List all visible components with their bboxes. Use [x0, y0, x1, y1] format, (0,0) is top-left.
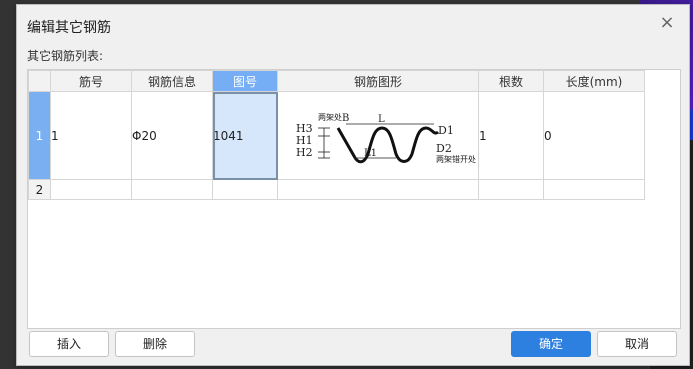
column-header-length[interactable]: 长度(mm) [543, 70, 645, 92]
cell-shape[interactable]: 两架处 B L H3 H1 H2 L1 D1 D2 两架错开处 [277, 91, 479, 180]
cell-figure-no[interactable] [212, 179, 278, 200]
shape-label-l: L [378, 114, 385, 125]
edit-other-rebar-dialog: 编辑其它钢筋 × 其它钢筋列表: 筋号 钢筋信息 图号 钢筋图形 根数 长度(m… [16, 4, 690, 366]
table-row[interactable]: 2 [28, 179, 645, 200]
shape-note-bottom: 两架错开处 [436, 154, 476, 164]
shape-label-d1: D1 [438, 124, 454, 137]
cell-count[interactable]: 1 [478, 91, 544, 180]
cancel-button[interactable]: 取消 [597, 331, 677, 357]
column-header-bar-info[interactable]: 钢筋信息 [131, 70, 213, 92]
rebar-wave [336, 126, 440, 164]
cell-length[interactable]: 0 [543, 91, 645, 180]
cell-figure-no[interactable]: 1041 [212, 91, 278, 180]
column-header-figure-no[interactable]: 图号 [212, 70, 278, 92]
cell-count[interactable] [478, 179, 544, 200]
cell-length[interactable] [543, 179, 645, 200]
rebar-shape-diagram: 两架处 B L H3 H1 H2 L1 D1 D2 两架错开处 [296, 112, 476, 164]
cell-bar-no[interactable]: 1 [50, 91, 132, 180]
column-header-count[interactable]: 根数 [478, 70, 544, 92]
shape-note-top: 两架处 [318, 112, 342, 122]
shape-label-h2: H2 [296, 146, 313, 159]
column-header-shape[interactable]: 钢筋图形 [277, 70, 479, 92]
column-header-bar-no[interactable]: 筋号 [50, 70, 132, 92]
close-icon[interactable]: × [659, 14, 675, 32]
rebar-grid: 筋号 钢筋信息 图号 钢筋图形 根数 长度(mm) 1 1 Φ20 1041 两… [27, 69, 681, 329]
ok-button[interactable]: 确定 [511, 331, 591, 357]
shape-label-l1: L1 [364, 148, 377, 159]
insert-button[interactable]: 插入 [29, 331, 109, 357]
table-row[interactable]: 1 1 Φ20 1041 两架处 B L H3 H1 H2 L1 D1 D2 两… [28, 91, 645, 180]
corner-header [28, 70, 51, 92]
cell-bar-no[interactable] [50, 179, 132, 200]
cell-shape[interactable] [277, 179, 479, 200]
dialog-title: 编辑其它钢筋 [27, 20, 111, 36]
row-header[interactable]: 1 [28, 91, 51, 180]
rebar-table: 筋号 钢筋信息 图号 钢筋图形 根数 长度(mm) 1 1 Φ20 1041 两… [28, 70, 645, 200]
shape-label-b: B [342, 113, 349, 124]
cell-bar-info[interactable] [131, 179, 213, 200]
row-header[interactable]: 2 [28, 179, 51, 200]
shape-label-d2: D2 [436, 142, 452, 155]
header-row: 筋号 钢筋信息 图号 钢筋图形 根数 长度(mm) [28, 70, 645, 92]
list-label: 其它钢筋列表: [27, 49, 104, 63]
cell-bar-info[interactable]: Φ20 [131, 91, 213, 180]
delete-button[interactable]: 删除 [115, 331, 195, 357]
